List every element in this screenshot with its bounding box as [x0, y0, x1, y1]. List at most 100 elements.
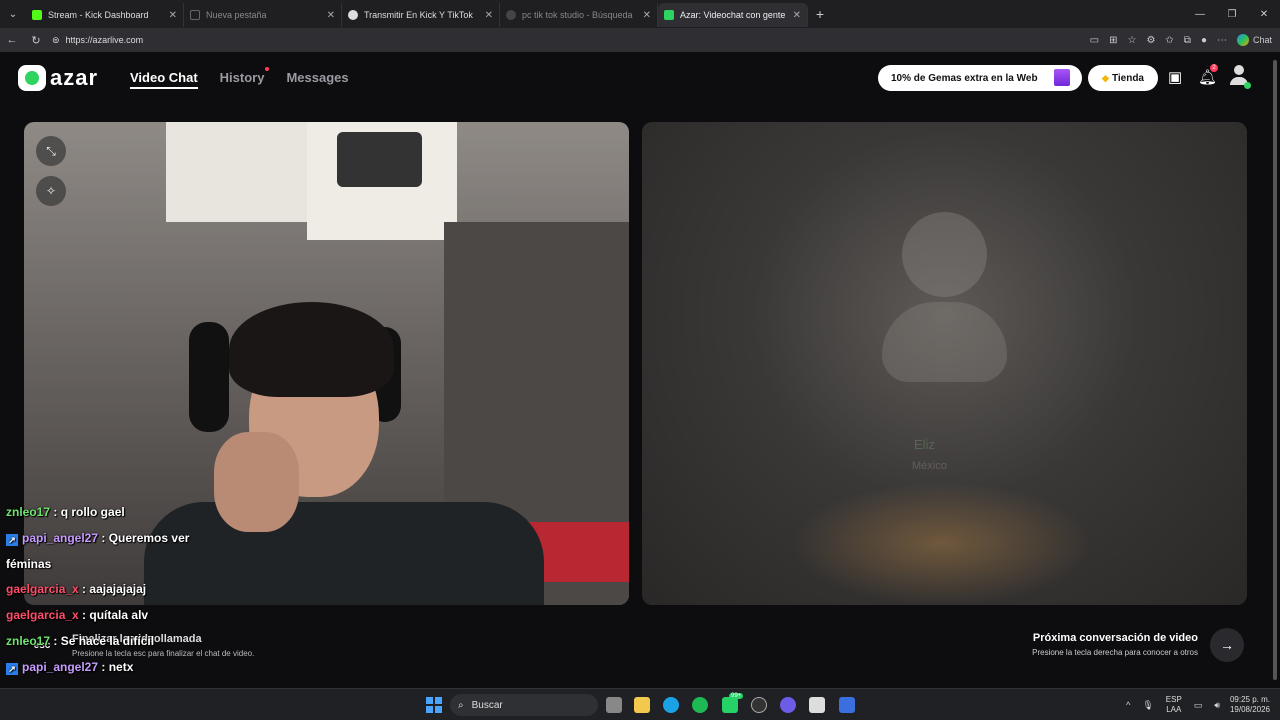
wall-poster	[166, 122, 311, 222]
effects-wand-icon[interactable]: ✧	[36, 176, 66, 206]
chat-message: znleo17 : q rollo gael	[6, 505, 125, 519]
favorite-icon[interactable]: ☆	[1127, 35, 1136, 46]
browser-tab-1[interactable]: Nueva pestaña ✕	[184, 3, 342, 27]
url-field[interactable]: ⊜ https://azarlive.com	[52, 31, 1052, 49]
app-icon[interactable]	[839, 697, 855, 713]
tab-title: pc tik tok studio - Búsqueda	[522, 10, 633, 20]
app-header: azar Video Chat History Messages 10% de …	[0, 52, 1270, 104]
obs-icon[interactable]	[751, 697, 767, 713]
new-tab-button[interactable]: +	[808, 6, 832, 22]
spotify-icon[interactable]	[692, 697, 708, 713]
clock[interactable]: 09:25 p. m. 19/08/2026	[1230, 695, 1270, 715]
store-label: Tienda	[1111, 72, 1144, 84]
kick-favicon-icon	[32, 10, 42, 20]
chat-user: gaelgarcia_x	[6, 608, 79, 623]
copilot-chat-button[interactable]: Chat	[1236, 34, 1272, 46]
back-icon[interactable]: ←	[0, 34, 24, 46]
chat-text: q rollo gael	[60, 505, 125, 519]
window-controls: — ❐ ✕	[1184, 0, 1280, 28]
profile-icon[interactable]: ●	[1201, 35, 1207, 46]
inbox-icon[interactable]: ▣	[1168, 68, 1182, 86]
chat-user: gaelgarcia_x	[6, 582, 79, 597]
close-tab-icon[interactable]: ✕	[793, 10, 801, 21]
close-tab-icon[interactable]: ✕	[169, 10, 177, 21]
blurred-avatar-body	[882, 302, 1007, 382]
close-tab-icon[interactable]: ✕	[327, 10, 335, 21]
browser-tab-bar: ⌄ Stream - Kick Dashboard ✕ Nueva pestañ…	[0, 0, 1280, 28]
next-chat-title[interactable]: Próxima conversación de video	[1033, 632, 1198, 644]
network-icon[interactable]: ▭	[1194, 700, 1203, 711]
tab-actions-icon[interactable]: ⌄	[0, 0, 26, 28]
promo-text: 10% de Gemas extra en la Web	[891, 72, 1038, 84]
tab-title: Azar: Videochat con gente nu	[680, 10, 787, 20]
whatsapp-icon[interactable]	[722, 697, 738, 713]
copilot-label: Chat	[1252, 35, 1272, 45]
chat-text: quítala alv	[89, 608, 149, 623]
file-explorer-icon[interactable]	[634, 697, 650, 713]
search-icon: ⌕	[458, 699, 464, 711]
minimize-icon[interactable]: —	[1184, 0, 1216, 28]
azar-logo[interactable]: azar	[18, 65, 98, 91]
browser-tab-4[interactable]: Azar: Videochat con gente nu ✕	[658, 3, 808, 27]
nav-video-chat[interactable]: Video Chat	[130, 70, 198, 89]
next-arrow-button[interactable]: →	[1210, 628, 1244, 662]
headphones	[189, 322, 229, 432]
browser-tab-3[interactable]: pc tik tok studio - Búsqueda ✕	[500, 3, 658, 27]
chat-user: papi_angel27	[22, 530, 99, 545]
gems-promo-button[interactable]: 10% de Gemas extra en la Web	[878, 65, 1082, 91]
windows-taskbar: ⌕ Buscar 99+ ^ 🎙︎ ESP LAA ▭ 🔊︎ 09:25 p. m…	[0, 688, 1280, 720]
microphone-icon[interactable]: 🎙︎	[1142, 700, 1153, 711]
reload-icon[interactable]: ↻	[24, 34, 48, 47]
site-info-icon[interactable]: ⊜	[52, 35, 60, 46]
next-chat-hint: Presione la tecla derecha para conocer a…	[1032, 648, 1198, 657]
logo-text: azar	[50, 65, 99, 90]
volume-icon[interactable]: 🔊︎	[1214, 700, 1220, 711]
chat-text: netx	[108, 659, 134, 674]
store-button[interactable]: ◆ Tienda	[1088, 65, 1158, 91]
wall-poster	[307, 122, 457, 240]
sub-badge-icon: ↗	[6, 662, 18, 675]
close-tab-icon[interactable]: ✕	[485, 10, 493, 21]
app-icon[interactable]: ⊞	[1109, 35, 1117, 46]
browser-tab-0[interactable]: Stream - Kick Dashboard ✕	[26, 3, 184, 27]
azar-favicon-icon	[664, 10, 674, 20]
nav-history[interactable]: History	[219, 67, 270, 85]
task-view-icon[interactable]	[606, 697, 622, 713]
chevron-up-icon[interactable]: ^	[1126, 700, 1130, 710]
maximize-icon[interactable]: ❐	[1216, 0, 1248, 28]
chat-text: féminas	[6, 556, 52, 571]
notification-badge: 2	[1210, 64, 1218, 72]
chat-message: gaelgarcia_x : aajajajajaj	[6, 582, 147, 597]
screen-share-icon[interactable]: ▭	[1090, 35, 1099, 46]
taskbar-search[interactable]: ⌕ Buscar	[450, 694, 598, 716]
site-favicon-icon	[348, 10, 358, 20]
stream-chat-overlay: znleo17 : q rollo gael ↗ papi_angel27 : Q…	[6, 500, 246, 681]
minimize-video-icon[interactable]: ⤡	[36, 136, 66, 166]
calculator-icon[interactable]	[809, 697, 825, 713]
chat-message: znleo17 : Se hace la difícil	[6, 633, 155, 648]
language-indicator[interactable]: ESP LAA	[1166, 695, 1182, 715]
avatar[interactable]	[1229, 65, 1251, 89]
chat-user: znleo17	[6, 505, 51, 519]
collections-icon[interactable]: ⧉	[1184, 35, 1191, 46]
chat-message: ↗ papi_angel27 : Queremos ver	[6, 526, 246, 552]
tab-title: Transmitir En Kick Y TikTok	[364, 10, 473, 20]
browser-tab-2[interactable]: Transmitir En Kick Y TikTok ✕	[342, 3, 500, 27]
url-text: https://azarlive.com	[65, 35, 144, 45]
nav-history-label: History	[219, 70, 265, 85]
search-favicon-icon	[506, 10, 516, 20]
gem-icon: ◆	[1102, 72, 1109, 83]
chat-message: ↗ papi_angel27 : netx	[6, 655, 246, 681]
windows-start-icon[interactable]	[426, 697, 442, 713]
page-scrollbar[interactable]	[1270, 52, 1280, 688]
nav-messages[interactable]: Messages	[286, 70, 348, 85]
extensions-icon[interactable]: ⚙	[1146, 35, 1155, 46]
app-icon[interactable]	[780, 697, 796, 713]
edge-icon[interactable]	[663, 697, 679, 713]
close-window-icon[interactable]: ✕	[1248, 0, 1280, 28]
close-tab-icon[interactable]: ✕	[643, 10, 651, 21]
sub-badge-icon: ↗	[6, 533, 18, 546]
favorites-icon[interactable]: ✩	[1165, 35, 1173, 46]
more-icon[interactable]: ⋯	[1217, 35, 1227, 46]
tab-title: Nueva pestaña	[206, 10, 267, 20]
